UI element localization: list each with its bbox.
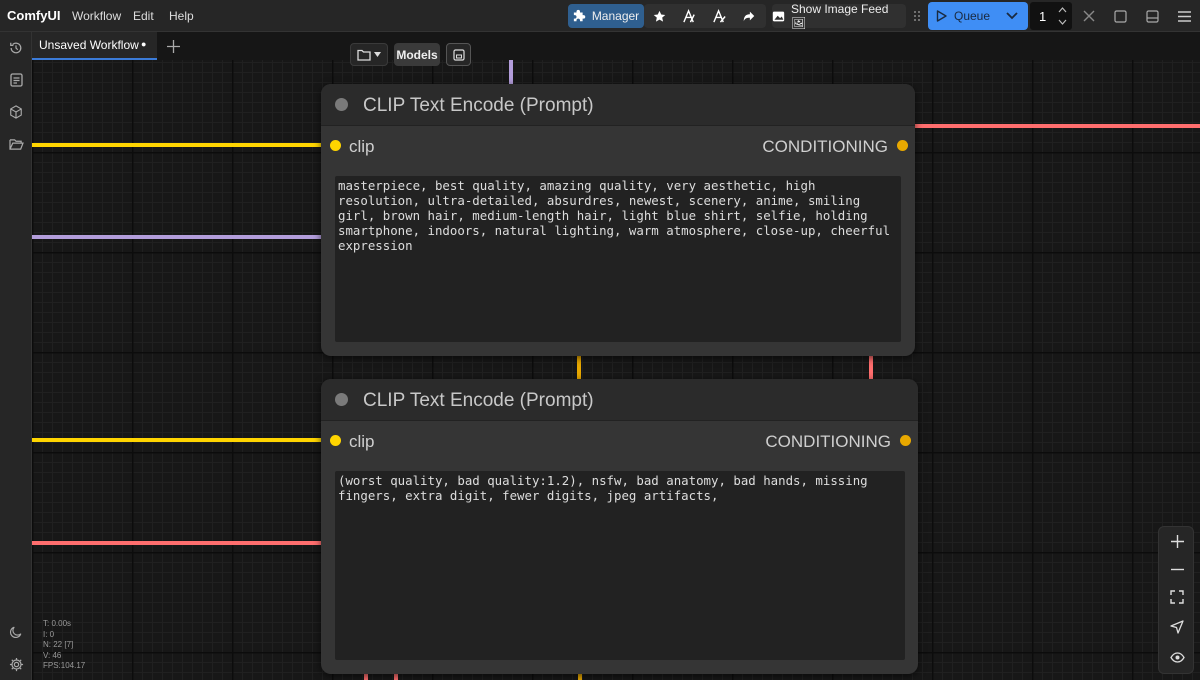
bottom-panel-icon[interactable] [1144,8,1160,24]
share-icon[interactable] [740,7,758,25]
theme-toggle-icon[interactable] [8,624,24,640]
folder-open-icon[interactable] [8,136,24,152]
chevron-down-icon [1006,12,1018,20]
queue-list-icon[interactable] [8,72,24,88]
conditioning-wire-vertical [869,355,873,380]
tab-label: Unsaved Workflow [39,38,139,52]
clip-wire-1 [32,143,322,147]
conditioning-wire-2 [32,541,322,545]
conditioning-output-label: CONDITIONING [762,137,888,156]
queue-mode-dropdown[interactable] [1002,6,1022,26]
stat-time: T: 0.00s [43,619,72,628]
queue-button[interactable]: Queue [936,6,996,26]
folder-icon [357,49,371,61]
sidebar [0,32,32,680]
stepper-down-icon[interactable] [1056,16,1068,28]
workflow-tabs: Unsaved Workflow ● [32,32,192,60]
collapse-toggle-icon[interactable] [335,98,348,111]
save-icon [452,48,465,61]
tab-unsaved-workflow[interactable]: Unsaved Workflow ● [32,32,157,60]
node-title-bar[interactable]: CLIP Text Encode (Prompt) [321,84,915,126]
canvas-controls [1158,526,1194,674]
new-tab-plus-icon[interactable] [165,38,181,54]
clip-text-encode-node-negative[interactable]: CLIP Text Encode (Prompt) clip CONDITION… [321,379,918,674]
save-workflow-button[interactable] [446,43,471,66]
menu-edit[interactable]: Edit [133,9,154,23]
zoom-in-icon[interactable] [1167,531,1187,551]
clip-input-slot[interactable] [330,435,341,446]
node-title: CLIP Text Encode (Prompt) [363,390,594,411]
hamburger-menu-icon[interactable] [1176,8,1192,24]
models-button[interactable]: Models [394,43,440,66]
focus-mode-icon[interactable] [1112,8,1128,24]
stepper-up-icon[interactable] [1056,4,1068,16]
caret-down-icon [374,52,381,57]
unsaved-indicator: ● [141,39,147,49]
cube-icon[interactable] [8,104,24,120]
workflow-folder-dropdown[interactable] [350,43,388,66]
locate-send-icon[interactable] [1167,617,1187,637]
stat-v: V: 46 [43,650,62,660]
clip-wire-vertical [577,355,581,380]
models-label: Models [396,47,438,62]
prompt-textarea[interactable]: masterpiece, best quality, amazing quali… [335,176,901,342]
model-wire [509,60,513,86]
toggle-links-eye-icon[interactable] [1167,647,1187,667]
batch-count-value: 1 [1039,8,1047,24]
stat-nodes: N: 22 [7] [43,640,74,649]
node-title: CLIP Text Encode (Prompt) [363,95,594,116]
negative-prompt-textarea[interactable]: (worst quality, bad quality:1.2), nsfw, … [335,471,905,660]
drag-handle-icon[interactable] [912,9,922,23]
menu-workflow[interactable]: Workflow [72,9,121,23]
play-icon [936,10,947,22]
clip-input-slot[interactable] [330,140,341,151]
conditioning-output-slot[interactable] [897,140,908,151]
show-image-feed-button[interactable]: Show Image Feed 🖼 [772,2,906,30]
queue-label: Queue [954,9,991,23]
settings-gear-icon[interactable] [8,656,24,672]
node-title-bar[interactable]: CLIP Text Encode (Prompt) [321,379,918,421]
conditioning-output-label: CONDITIONING [765,432,891,451]
manager-button[interactable]: Manager [568,4,644,28]
history-icon[interactable] [8,40,24,56]
star-icon[interactable] [650,7,668,25]
show-image-feed-label: Show Image Feed 🖼 [791,2,889,30]
model-wire-2 [32,235,322,239]
model-icon[interactable] [680,7,698,25]
clip-wire-2 [32,438,322,442]
conditioning-wire-1 [912,124,1200,128]
top-bar: ComfyUI Workflow Edit Help Manager Show … [0,0,1200,32]
app-logo: ComfyUI [7,8,61,23]
render-stats: T: 0.00s I: 0 N: 22 [7] V: 46 FPS:104.17 [43,619,85,672]
clip-input-label: clip [349,137,375,156]
puzzle-icon [573,9,587,23]
clip-text-encode-node-positive[interactable]: CLIP Text Encode (Prompt) clip CONDITION… [321,84,915,356]
stat-fps: FPS:104.17 [43,661,86,670]
stat-i: I: 0 [43,629,55,639]
zoom-out-icon[interactable] [1167,559,1187,579]
collapse-toggle-icon[interactable] [335,393,348,406]
menu-help[interactable]: Help [169,9,194,23]
fit-view-icon[interactable] [1167,587,1187,607]
manager-label: Manager [591,9,640,23]
clip-input-label: clip [349,432,375,451]
image-icon [772,10,785,23]
close-icon[interactable] [1081,8,1097,24]
conditioning-output-slot[interactable] [900,435,911,446]
model-alt-icon[interactable] [710,7,728,25]
